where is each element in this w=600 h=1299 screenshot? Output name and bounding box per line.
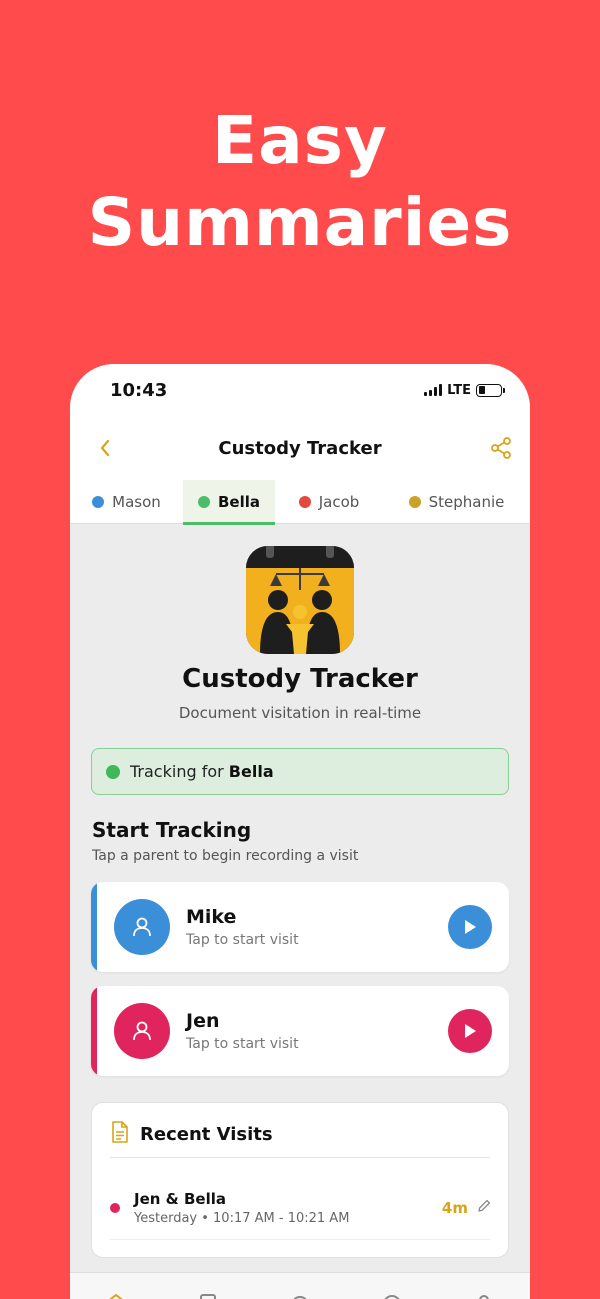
network-label: LTE	[447, 382, 471, 398]
document-tab-icon[interactable]	[196, 1291, 220, 1299]
app-name: Custody Tracker	[182, 664, 418, 694]
battery-icon	[476, 383, 505, 397]
status-bar: 10:43 LTE	[70, 364, 530, 416]
document-icon	[110, 1121, 130, 1147]
parent-info: Jen Tap to start visit	[186, 1010, 448, 1052]
edit-pencil-icon[interactable]	[476, 1198, 492, 1218]
status-time: 10:43	[110, 379, 168, 401]
tab-jacob[interactable]: Jacob	[275, 480, 383, 524]
visit-row[interactable]: Jen & Bella Yesterday • 10:17 AM - 10:21…	[110, 1185, 492, 1231]
promo-line-1: Easy	[212, 102, 388, 179]
person-icon	[114, 899, 170, 955]
status-indicators: LTE	[424, 382, 505, 398]
parent-hint: Tap to start visit	[186, 1036, 299, 1052]
home-icon[interactable]	[104, 1291, 128, 1299]
phone-screen: 10:43 LTE Custody Tracker Mason Bella Ja…	[70, 364, 530, 1299]
parent-name: Mike	[186, 906, 237, 928]
child-tabs: Mason Bella Jacob Stephanie	[70, 480, 530, 525]
visit-name: Jen & Bella	[134, 1190, 226, 1208]
app-tagline: Document visitation in real-time	[178, 704, 422, 722]
person-icon	[114, 1003, 170, 1059]
visit-duration: 4m	[441, 1199, 468, 1217]
tracking-banner: Tracking for Bella	[91, 748, 509, 795]
play-icon[interactable]	[448, 905, 492, 949]
profile-icon[interactable]	[472, 1291, 496, 1299]
parent-card-mike[interactable]: Mike Tap to start visit	[91, 882, 509, 972]
nav-bar: Custody Tracker	[70, 416, 530, 480]
tab-bella[interactable]: Bella	[183, 480, 275, 525]
tab-color-dot	[197, 496, 210, 508]
app-logo	[246, 546, 354, 654]
divider	[110, 1157, 490, 1158]
play-icon[interactable]	[448, 1009, 492, 1053]
tracking-text: Tracking for Bella	[130, 762, 274, 781]
clock-icon[interactable]	[380, 1291, 404, 1299]
parent-hint: Tap to start visit	[186, 932, 299, 948]
chevron-left-icon[interactable]	[92, 435, 118, 461]
tab-label: Jacob	[318, 493, 360, 511]
tab-label: Bella	[217, 493, 260, 511]
signal-icon	[424, 384, 443, 396]
parent-card-jen[interactable]: Jen Tap to start visit	[91, 986, 509, 1076]
share-icon[interactable]	[488, 435, 514, 461]
parent-color-bar	[91, 986, 97, 1076]
start-tracking-title: Start Tracking	[92, 818, 252, 842]
tab-color-dot	[92, 496, 105, 508]
tab-label: Stephanie	[428, 493, 505, 511]
parent-info: Mike Tap to start visit	[186, 906, 448, 948]
tab-color-dot	[298, 496, 311, 508]
recent-visits-card: Recent Visits Jen & Bella Yesterday • 10…	[91, 1102, 509, 1258]
divider	[110, 1239, 490, 1240]
parent-name: Jen	[186, 1010, 220, 1032]
chart-icon[interactable]	[288, 1291, 312, 1299]
tracking-prefix: Tracking for	[130, 762, 224, 781]
tracking-status-dot	[106, 764, 120, 779]
recent-visits-title: Recent Visits	[140, 1123, 273, 1145]
promo-line-2: Summaries	[87, 184, 513, 261]
promo-headline: Easy Summaries	[0, 100, 600, 264]
tab-label: Mason	[112, 493, 161, 511]
recent-visits-header: Recent Visits	[110, 1121, 273, 1147]
visit-color-dot	[110, 1203, 120, 1213]
visit-info: Jen & Bella Yesterday • 10:17 AM - 10:21…	[134, 1190, 442, 1226]
start-tracking-subtitle: Tap a parent to begin recording a visit	[92, 848, 359, 864]
tab-stephanie[interactable]: Stephanie	[383, 480, 530, 524]
visit-time: Yesterday • 10:17 AM - 10:21 AM	[134, 1211, 350, 1226]
tab-color-dot	[408, 496, 421, 508]
tab-mason[interactable]: Mason	[70, 480, 183, 524]
parent-color-bar	[91, 882, 97, 972]
bottom-tab-bar	[70, 1272, 530, 1299]
nav-title: Custody Tracker	[218, 437, 382, 459]
tracking-child: Bella	[228, 762, 274, 781]
